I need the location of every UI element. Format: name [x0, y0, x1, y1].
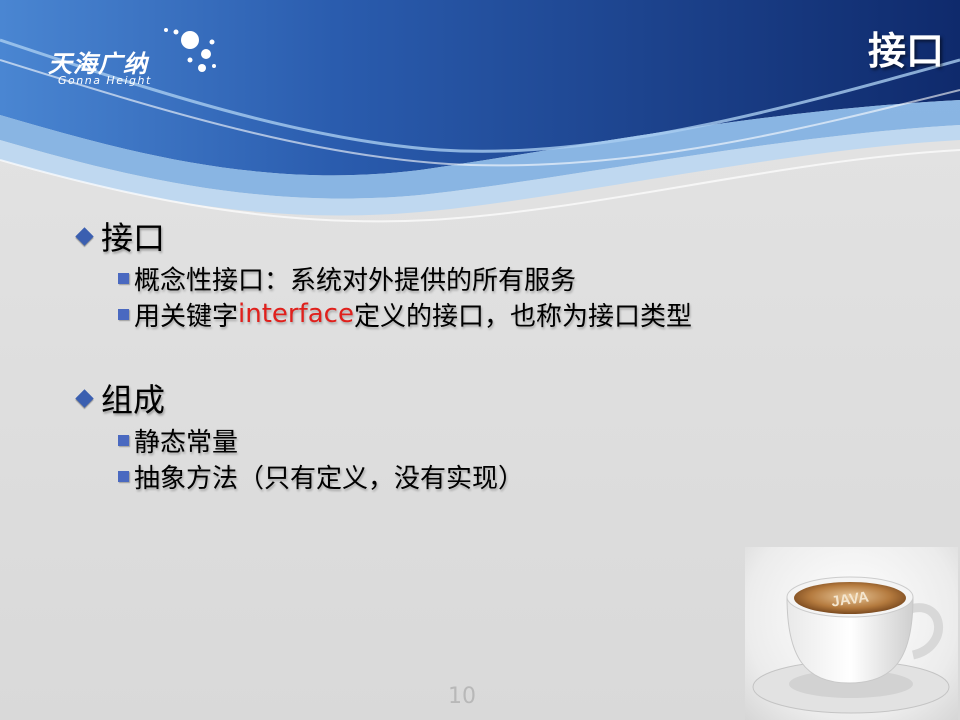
- section-heading: 接口: [70, 212, 890, 260]
- item-text: 概念性接口：系统对外提供的所有服务: [134, 265, 577, 296]
- slide-content: 接口 概念性接口：系统对外提供的所有服务 用关键字 interface 定义的接口，…: [70, 212, 890, 494]
- diamond-bullet-icon: [75, 226, 94, 246]
- item-text: 用关键字: [134, 301, 239, 332]
- diamond-bullet-icon: [75, 388, 94, 408]
- slide-title: 接口: [867, 29, 944, 73]
- company-logo: 天海广纳 Gonna Height: [48, 26, 218, 90]
- list-item: 用关键字 interface 定义的接口，也称为接口类型: [118, 296, 890, 332]
- section-heading: 组成: [70, 374, 890, 422]
- square-bullet-icon: [118, 470, 129, 482]
- item-text: 静态常量: [134, 427, 239, 458]
- item-text-rest: 定义的接口，也称为接口类型: [353, 301, 692, 332]
- java-coffee-cup-image: JAVA: [745, 547, 958, 720]
- item-text: 抽象方法（只有定义，没有实现）: [134, 463, 525, 494]
- square-bullet-icon: [118, 272, 129, 284]
- square-bullet-icon: [118, 308, 129, 320]
- keyword-highlight: interface: [238, 299, 354, 329]
- coffee-cup-icon: JAVA: [752, 576, 950, 714]
- heading-text: 组成: [101, 381, 166, 419]
- page-number: 10: [448, 684, 476, 709]
- list-item: 概念性接口：系统对外提供的所有服务: [118, 260, 890, 296]
- square-bullet-icon: [118, 434, 129, 446]
- heading-text: 接口: [101, 219, 166, 257]
- list-item: 抽象方法（只有定义，没有实现）: [118, 458, 890, 494]
- slide: 天海广纳 Gonna Height 接口 接口 概念性接口：系统对外提供的所有服…: [0, 0, 960, 720]
- logo-bubbles-icon: [164, 28, 216, 72]
- list-item: 静态常量: [118, 422, 890, 458]
- logo-english-text: Gonna Height: [58, 74, 152, 87]
